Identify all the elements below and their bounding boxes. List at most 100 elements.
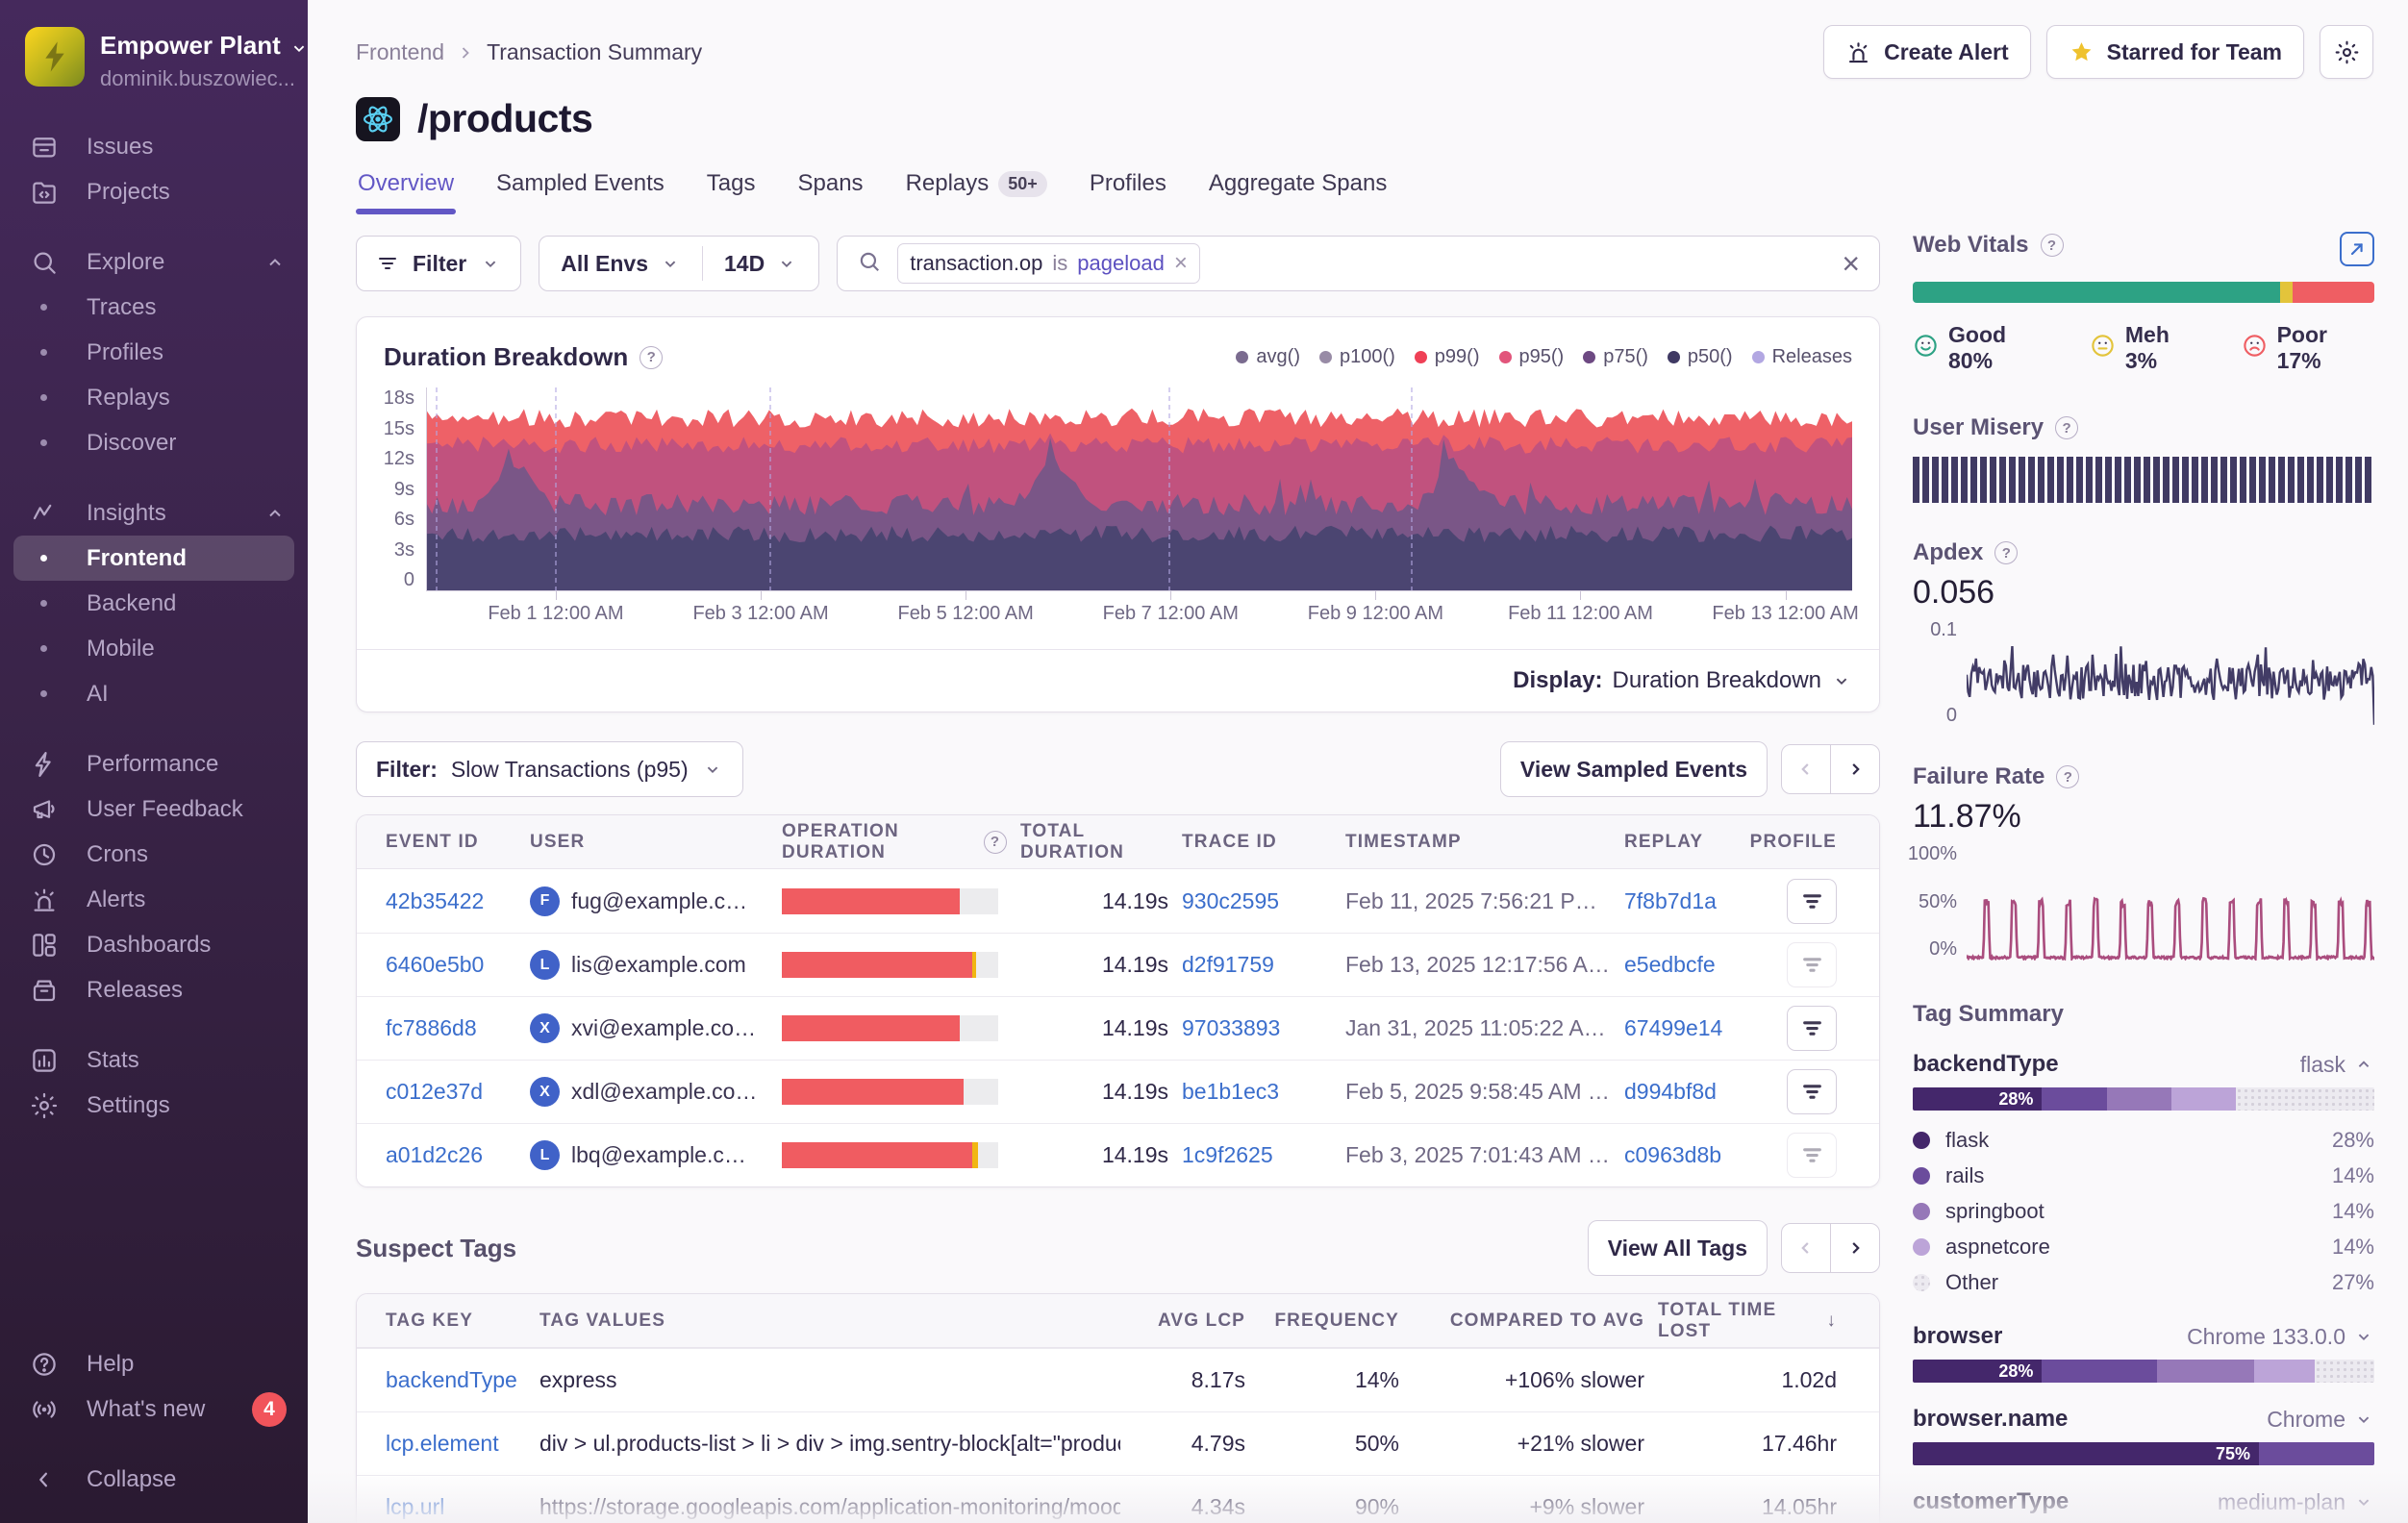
sidebar-item-crons[interactable]: Crons	[0, 832, 308, 877]
transactions-filter-button[interactable]: Filter: Slow Transactions (p95)	[356, 741, 743, 797]
tag-bar-label: 28%	[1998, 1089, 2042, 1110]
profile-button[interactable]	[1787, 1006, 1837, 1051]
help-icon[interactable]	[1994, 541, 2018, 564]
replay-id-link[interactable]: c0963d8b	[1624, 1142, 1721, 1168]
sidebar-item-backend[interactable]: Backend	[0, 581, 308, 626]
tab-overview[interactable]: Overview	[356, 166, 456, 214]
trace-id-link[interactable]: 1c9f2625	[1182, 1142, 1273, 1168]
sidebar-item-traces[interactable]: Traces	[0, 285, 308, 330]
search-token[interactable]: transaction.op is pageload ×	[897, 243, 1200, 284]
filter-button[interactable]: Filter	[356, 236, 521, 291]
starred-for-team-button[interactable]: Starred for Team	[2046, 25, 2304, 79]
replay-id-link[interactable]: 7f8b7d1a	[1624, 888, 1717, 914]
web-vitals-bar	[1913, 282, 2374, 303]
sidebar-item-replays[interactable]: Replays	[0, 375, 308, 420]
tab-aggregate-spans[interactable]: Aggregate Spans	[1207, 166, 1389, 214]
sidebar-item-profiles[interactable]: Profiles	[0, 330, 308, 375]
tag-group-selector[interactable]: medium-plan	[2218, 1489, 2374, 1515]
event-id-link[interactable]: 6460e5b0	[386, 952, 484, 978]
tag-key-link[interactable]: lcp.url	[386, 1494, 444, 1520]
env-selector[interactable]: All Envs	[539, 237, 702, 290]
event-id-link[interactable]: a01d2c26	[386, 1142, 483, 1168]
sidebar-item-mobile[interactable]: Mobile	[0, 626, 308, 671]
tag-value-row[interactable]: rails14%	[1913, 1158, 2374, 1193]
sidebar-item-insights[interactable]: Insights	[0, 490, 308, 536]
replay-id-link[interactable]: e5edbcfe	[1624, 952, 1716, 978]
sidebar-item-releases[interactable]: Releases	[0, 967, 308, 1012]
sidebar-item-frontend[interactable]: Frontend	[13, 536, 294, 581]
open-in-new-icon[interactable]	[2340, 232, 2374, 266]
sidebar-item-collapse[interactable]: Collapse	[0, 1457, 308, 1502]
trace-id-link[interactable]: be1b1ec3	[1182, 1079, 1279, 1105]
tag-key-link[interactable]: lcp.element	[386, 1431, 499, 1457]
x-tick-label: Feb 3 12:00 AM	[692, 603, 828, 625]
suspect-table-header: Tag KeyTag ValuesAvg LCPFrequencyCompare…	[357, 1294, 1879, 1348]
tag-value-row[interactable]: aspnetcore14%	[1913, 1229, 2374, 1264]
sidebar-item-dashboards[interactable]: Dashboards	[0, 922, 308, 967]
help-icon[interactable]	[2055, 416, 2078, 439]
sidebar-item-what-s-new[interactable]: What's new4	[0, 1386, 308, 1432]
profile-button[interactable]	[1787, 1069, 1837, 1114]
view-all-tags-button[interactable]: View All Tags	[1588, 1220, 1768, 1276]
suspect-pager-prev-button[interactable]	[1781, 1223, 1831, 1273]
tag-group-selector[interactable]: flask	[2300, 1052, 2374, 1078]
sidebar-item-alerts[interactable]: Alerts	[0, 877, 308, 922]
trace-id-link[interactable]: d2f91759	[1182, 952, 1274, 978]
tag-value-row[interactable]: springboot14%	[1913, 1193, 2374, 1229]
search-clear-icon[interactable]: ×	[1842, 248, 1860, 279]
profile-button[interactable]	[1787, 879, 1837, 924]
sidebar-item-ai[interactable]: AI	[0, 671, 308, 716]
trace-id-link[interactable]: 97033893	[1182, 1015, 1280, 1041]
tab-replays[interactable]: Replays50+	[904, 166, 1049, 214]
create-alert-button[interactable]: Create Alert	[1823, 25, 2031, 79]
sidebar-item-performance[interactable]: Performance	[0, 741, 308, 786]
sidebar-item-projects[interactable]: Projects	[0, 169, 308, 214]
event-id-link[interactable]: c012e37d	[386, 1079, 483, 1105]
profile-button[interactable]	[1787, 942, 1837, 987]
tag-group-selector[interactable]: Chrome 133.0.0	[2187, 1324, 2374, 1350]
tag-bar-other-segment	[2236, 1087, 2374, 1111]
event-id-link[interactable]: 42b35422	[386, 888, 484, 914]
replay-id-link[interactable]: d994bf8d	[1624, 1079, 1717, 1105]
tab-tags[interactable]: Tags	[705, 166, 758, 214]
replay-id-link[interactable]: 67499e14	[1624, 1015, 1722, 1041]
sidebar-item-help[interactable]: Help	[0, 1341, 308, 1386]
search-input[interactable]: transaction.op is pageload × ×	[837, 236, 1880, 291]
view-sampled-events-button[interactable]: View Sampled Events	[1500, 741, 1768, 797]
help-icon[interactable]	[2056, 765, 2079, 788]
tag-value-row[interactable]: flask28%	[1913, 1122, 2374, 1158]
org-switcher[interactable]: Empower Plant dominik.buszowiec...	[0, 0, 308, 91]
sidebar-item-settings[interactable]: Settings	[0, 1083, 308, 1128]
trace-id-link[interactable]: 930c2595	[1182, 888, 1279, 914]
profile-button[interactable]	[1787, 1133, 1837, 1178]
suspect-pager-next-button[interactable]	[1830, 1223, 1880, 1273]
help-icon[interactable]	[640, 346, 663, 369]
date-range-selector[interactable]: 14D	[703, 237, 818, 290]
breadcrumb-project[interactable]: Frontend	[356, 39, 444, 65]
event-id-link[interactable]: fc7886d8	[386, 1015, 477, 1041]
bullet-icon	[40, 439, 47, 446]
pager-next-button[interactable]	[1830, 744, 1880, 794]
tab-sampled-events[interactable]: Sampled Events	[494, 166, 666, 214]
sidebar-item-issues[interactable]: Issues	[0, 124, 308, 169]
sidebar-item-stats[interactable]: Stats	[0, 1037, 308, 1083]
gear-icon	[29, 1090, 60, 1121]
tab-spans[interactable]: Spans	[796, 166, 865, 214]
settings-button[interactable]	[2320, 25, 2373, 79]
sidebar-item-explore[interactable]: Explore	[0, 239, 308, 285]
help-icon[interactable]	[2041, 234, 2064, 257]
tag-value-row[interactable]: Other27%	[1913, 1264, 2374, 1300]
sidebar-item-user-feedback[interactable]: User Feedback	[0, 786, 308, 832]
token-remove-icon[interactable]: ×	[1174, 252, 1188, 275]
sidebar-item-discover[interactable]: Discover	[0, 420, 308, 465]
bullet-icon	[40, 394, 47, 401]
tag-key-link[interactable]: backendType	[386, 1367, 517, 1393]
duration-chart-plot[interactable]	[426, 387, 1852, 591]
dashboards-icon	[29, 930, 60, 961]
tag-group-selector[interactable]: Chrome	[2267, 1407, 2374, 1433]
tab-profiles[interactable]: Profiles	[1088, 166, 1168, 214]
breadcrumb: Frontend Transaction Summary	[356, 39, 702, 65]
pager-prev-button[interactable]	[1781, 744, 1831, 794]
display-value-dropdown[interactable]: Duration Breakdown	[1613, 667, 1821, 694]
help-icon[interactable]	[984, 831, 1007, 854]
